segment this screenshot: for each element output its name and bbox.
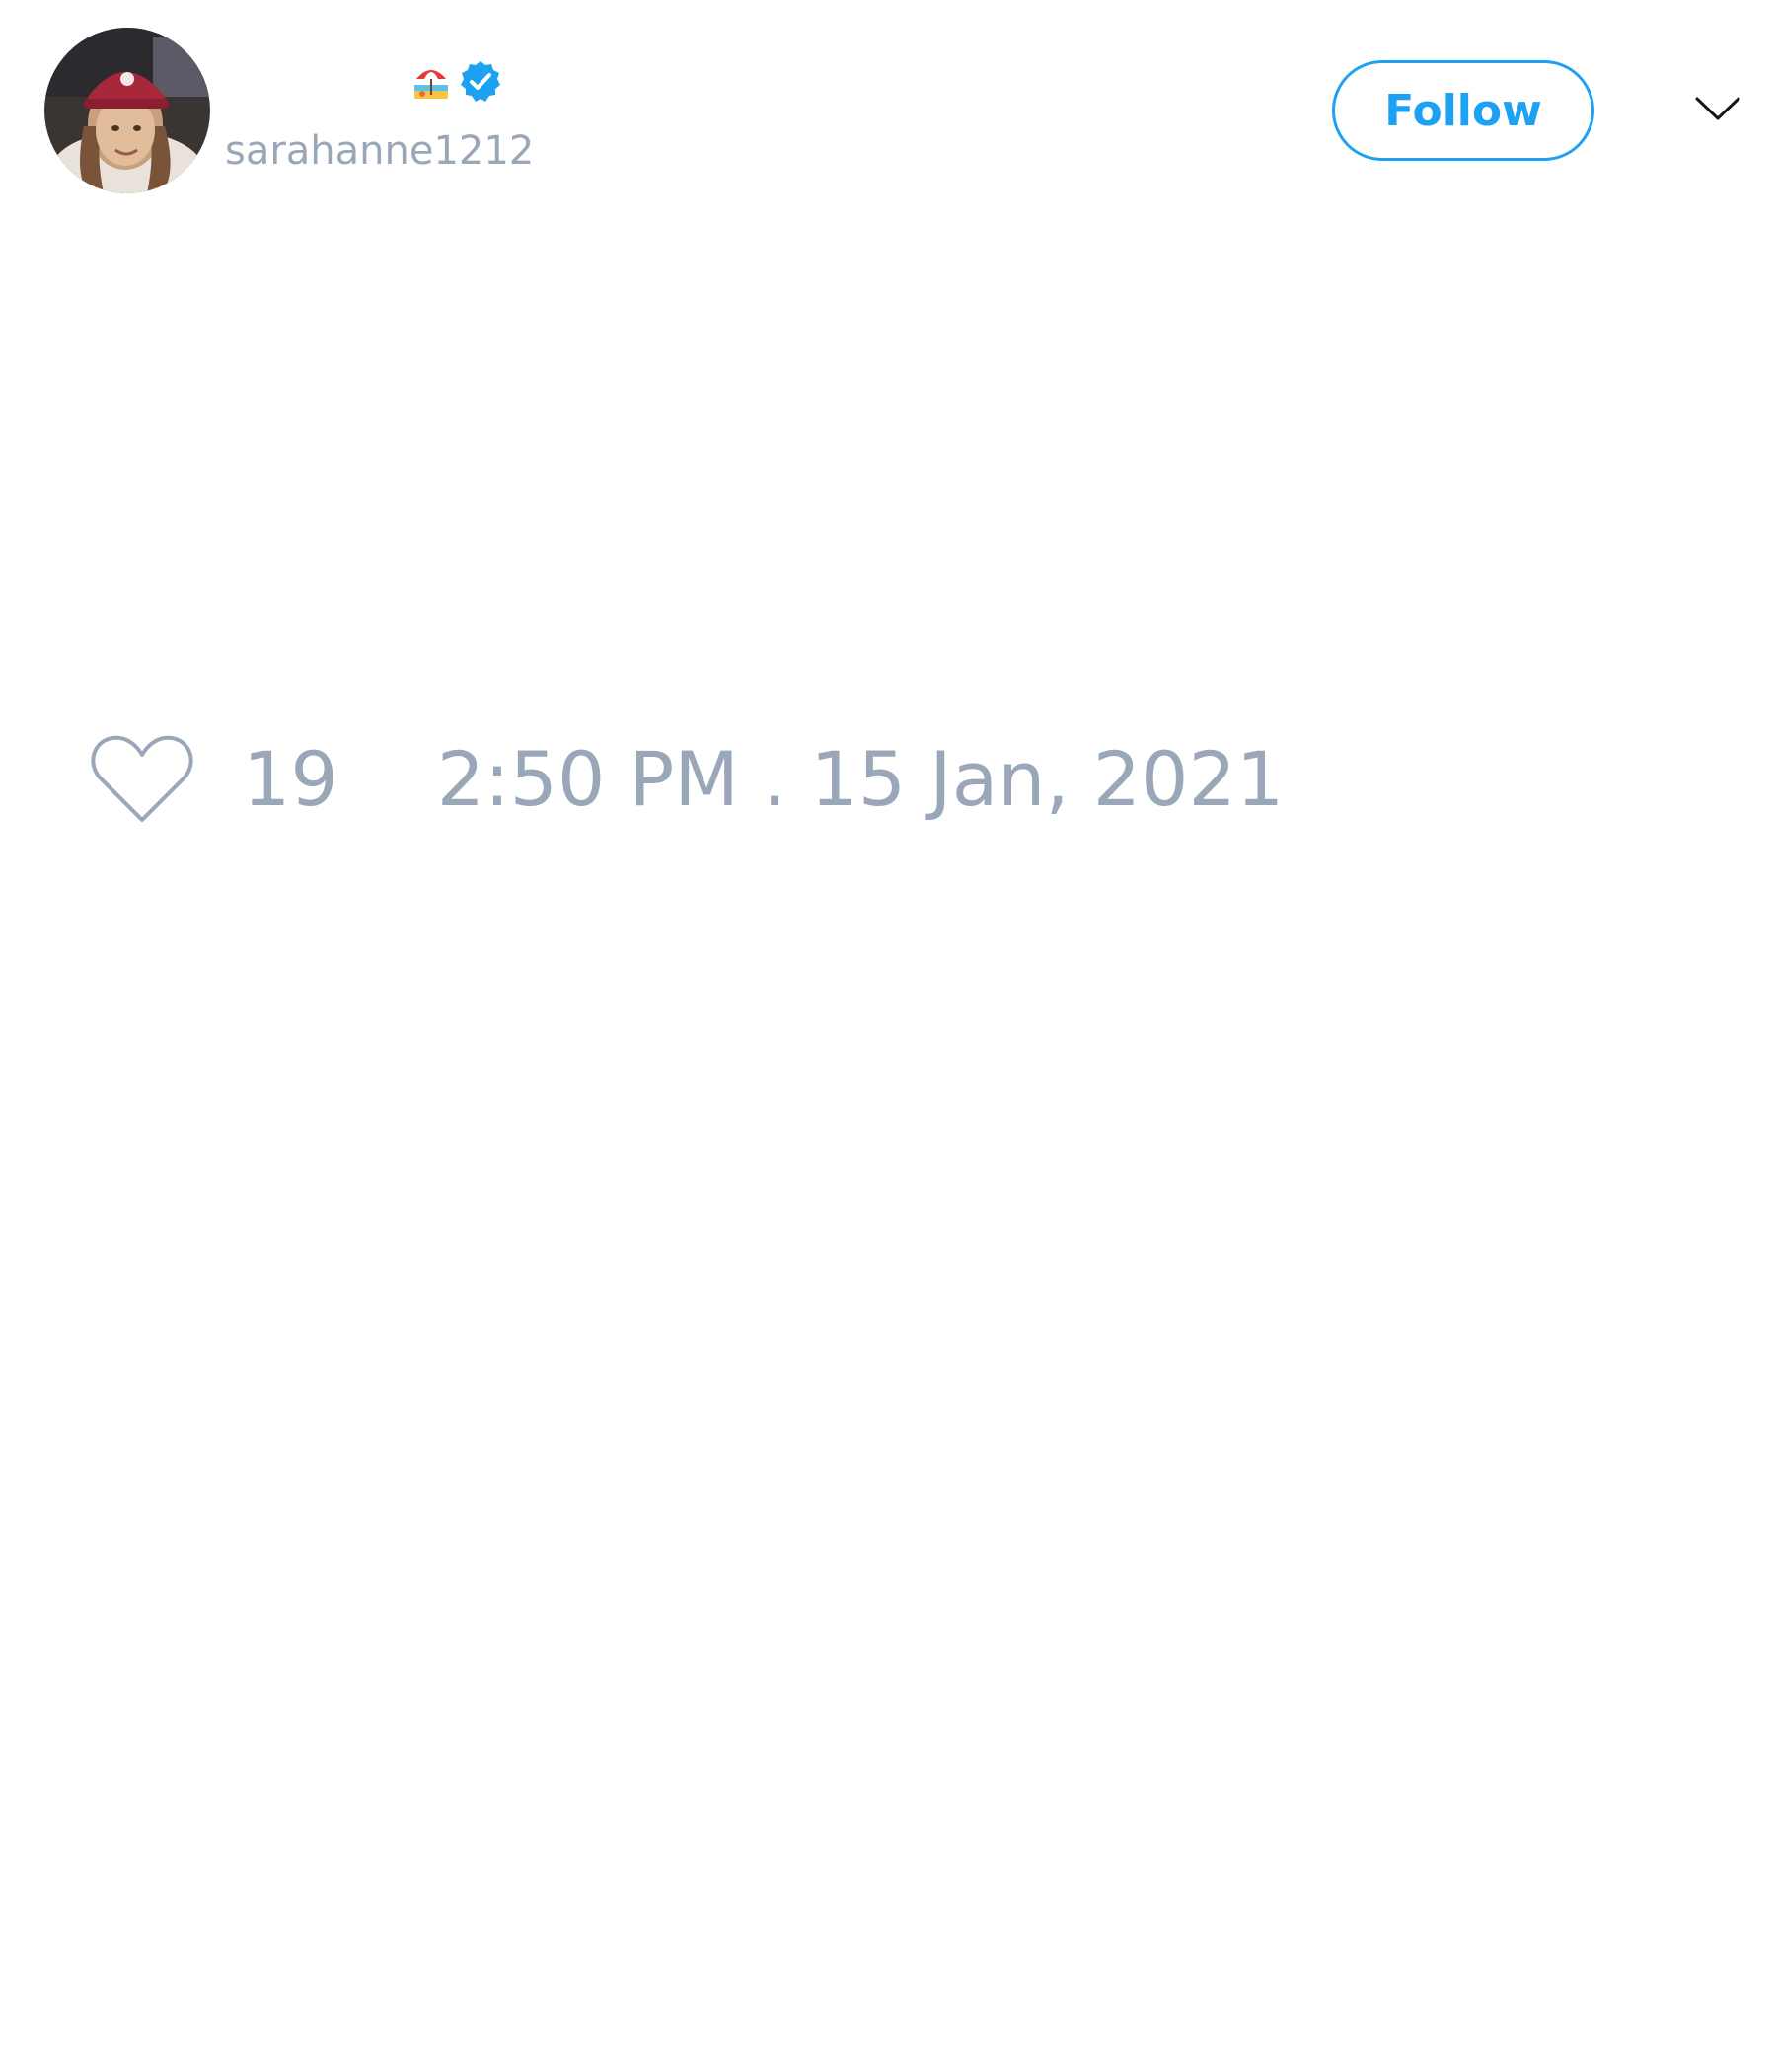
author-name-row [225, 57, 503, 107]
chevron-down-icon[interactable] [1693, 91, 1742, 126]
heart-icon[interactable] [89, 733, 195, 826]
follow-button[interactable]: Follow [1332, 60, 1594, 161]
author-handle[interactable]: sarahanne1212 [225, 126, 534, 176]
like-count: 19 [243, 735, 338, 823]
verified-badge-icon [461, 61, 500, 102]
beach-umbrella-icon [414, 70, 448, 99]
tweet-footer: 19 2:50 PM . 15 Jan, 2021 [89, 730, 1284, 829]
avatar[interactable] [44, 28, 210, 193]
tweet-card: sarahanne1212 Follow 19 2:50 PM . 15 Jan… [0, 0, 1776, 2072]
avatar-photo-icon [44, 28, 210, 193]
tweet-timestamp[interactable]: 2:50 PM . 15 Jan, 2021 [437, 730, 1284, 829]
